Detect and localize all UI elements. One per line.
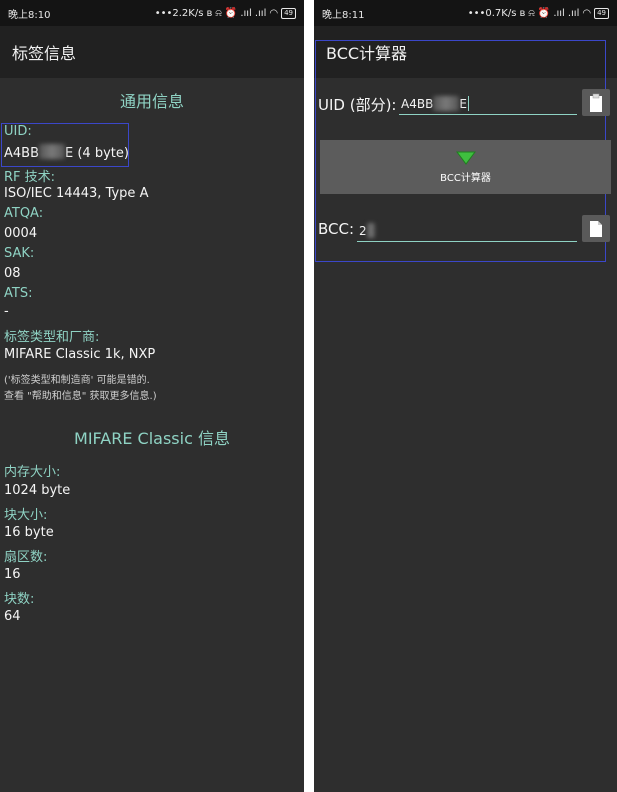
- memory-size-value: 1024 byte: [4, 483, 71, 498]
- alarm-icon: ⏰: [537, 7, 551, 19]
- rf-value: ISO/IEC 14443, Type A: [4, 186, 149, 201]
- bluetooth-icon: ʙ: [206, 7, 213, 19]
- bcc-calculator-screen: 晚上8:11 •••0.7K/s ʙ ⍾ ⏰ .ııl .ııl ◠ 49 BC…: [314, 0, 617, 792]
- bluetooth-icon: ʙ: [519, 7, 526, 19]
- tag-info-screen: 晚上8:10 •••2.2K/s ʙ ⍾ ⏰ .ııl .ııl ◠ 49 标签…: [0, 0, 304, 792]
- ats-label: ATS:: [4, 286, 33, 301]
- paste-uid-button[interactable]: [582, 89, 610, 116]
- block-size-label: 块大小:: [4, 508, 48, 523]
- wifi-icon: ◠: [269, 7, 279, 19]
- battery-icon: 49: [594, 7, 609, 19]
- text-cursor: [467, 96, 469, 111]
- redacted-blur: [39, 144, 66, 159]
- signal-icon: .ııl: [553, 7, 565, 19]
- signal-icon-2: .ııl: [567, 7, 580, 19]
- uid-value: A4BB E (4 byte): [4, 144, 129, 161]
- redacted-blur: [433, 96, 460, 111]
- network-speed: •••0.7K/s: [467, 7, 517, 19]
- tag-type-note-1: ('标签类型和制造商' 可能是错的.: [4, 375, 150, 386]
- uid-input[interactable]: A4BB E: [399, 93, 577, 115]
- bcc-field-label: BCC:: [318, 220, 355, 238]
- network-speed: •••2.2K/s: [154, 7, 204, 19]
- ats-value: -: [4, 304, 9, 319]
- tag-info-content: 通用信息 UID: A4BB E (4 byte) RF 技术: ISO/IEC …: [0, 78, 304, 792]
- atqa-label: ATQA:: [4, 206, 44, 221]
- block-size-value: 16 byte: [4, 525, 54, 540]
- atqa-value: 0004: [4, 226, 38, 241]
- sak-label: SAK:: [4, 246, 35, 261]
- uid-label: UID:: [4, 124, 32, 139]
- alarm-icon: ⏰: [224, 7, 238, 19]
- status-time: 晚上8:10: [8, 9, 51, 21]
- mute-icon: ⍾: [528, 7, 535, 19]
- tag-type-note-2: 查看 "帮助和信息" 获取更多信息.): [4, 391, 157, 402]
- bcc-calculate-label: BCC计算器: [440, 172, 491, 184]
- battery-icon: 49: [281, 7, 296, 19]
- page-title: 标签信息: [12, 44, 77, 63]
- copy-bcc-button[interactable]: [582, 215, 610, 242]
- bcc-output[interactable]: 2: [357, 220, 577, 242]
- paste-icon: [590, 93, 602, 112]
- uid-field-label: UID (部分):: [318, 96, 397, 114]
- mifare-section-title: MIFARE Classic 信息: [74, 429, 230, 448]
- general-section-title: 通用信息: [119, 92, 184, 111]
- status-icons: •••2.2K/s ʙ ⍾ ⏰ .ııl .ııl ◠ 49: [154, 7, 296, 19]
- rf-label: RF 技术:: [4, 170, 56, 185]
- arrow-down-icon: [455, 151, 476, 165]
- tag-type-value: MIFARE Classic 1k, NXP: [4, 347, 156, 362]
- wifi-icon: ◠: [582, 7, 592, 19]
- status-time: 晚上8:11: [322, 9, 365, 21]
- signal-icon: .ııl: [240, 7, 252, 19]
- status-bar: 晚上8:11 •••0.7K/s ʙ ⍾ ⏰ .ııl .ııl ◠ 49: [314, 0, 617, 26]
- signal-icon-2: .ııl: [254, 7, 267, 19]
- status-bar: 晚上8:10 •••2.2K/s ʙ ⍾ ⏰ .ııl .ııl ◠ 49: [0, 0, 304, 26]
- memory-size-label: 内存大小:: [4, 465, 61, 480]
- block-count-label: 块数:: [4, 592, 35, 607]
- bcc-calculate-button[interactable]: BCC计算器: [320, 140, 611, 194]
- redacted-blur: [366, 223, 375, 238]
- app-bar: 标签信息: [0, 26, 304, 78]
- sak-value: 08: [4, 266, 21, 281]
- mute-icon: ⍾: [215, 7, 222, 19]
- sector-count-label: 扇区数:: [4, 550, 48, 565]
- tag-type-label: 标签类型和厂商:: [4, 330, 100, 345]
- block-count-value: 64: [4, 609, 21, 624]
- copy-icon: [590, 220, 602, 237]
- status-icons: •••0.7K/s ʙ ⍾ ⏰ .ııl .ııl ◠ 49: [467, 7, 609, 19]
- sector-count-value: 16: [4, 567, 21, 582]
